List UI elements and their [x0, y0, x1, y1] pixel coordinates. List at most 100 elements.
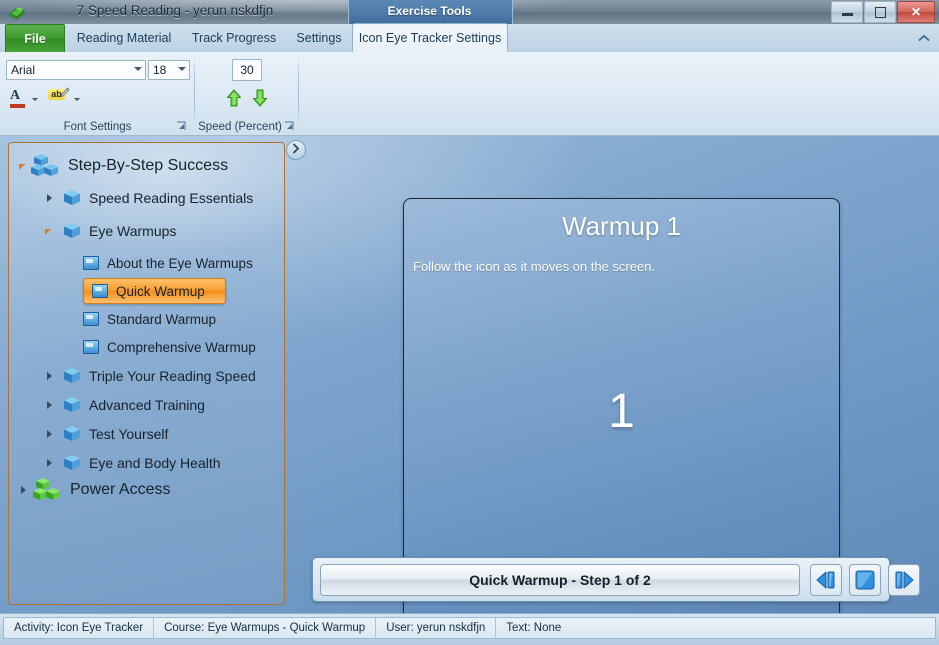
expand-toggle-icon[interactable] [17, 483, 31, 497]
minimize-button[interactable] [831, 1, 863, 23]
font-color-swatch [10, 104, 25, 108]
font-color-button[interactable]: A [10, 88, 28, 108]
work-area: Step-By-Step Success Speed Reading Essen… [0, 136, 939, 613]
tree-node-speed-reading-essentials[interactable]: Speed Reading Essentials [43, 185, 253, 211]
blue-cube-icon [61, 395, 83, 415]
close-button[interactable]: ✕ [897, 1, 935, 23]
title-bar: 7 Speed Reading - yerun nskdfjn Exercise… [0, 0, 939, 24]
group-separator [298, 56, 299, 126]
group-separator [194, 56, 195, 126]
tree-node-label: Comprehensive Warmup [107, 339, 256, 355]
speed-increase-button[interactable] [226, 88, 242, 110]
tree-node-step-by-step-success[interactable]: Step-By-Step Success [17, 153, 228, 179]
page-icon [83, 256, 99, 270]
expand-toggle-icon[interactable] [43, 427, 57, 441]
tree-node-comprehensive-warmup[interactable]: Comprehensive Warmup [83, 334, 256, 360]
status-user: User: yerun nskdfjn [376, 618, 497, 638]
tree-node-label: Test Yourself [89, 426, 169, 442]
tree-node-standard-warmup[interactable]: Standard Warmup [83, 306, 216, 332]
sidebar-expander-button[interactable] [286, 140, 306, 160]
expand-toggle-icon[interactable] [43, 191, 57, 205]
chevron-down-icon [134, 67, 142, 71]
tree-node-label: Speed Reading Essentials [89, 190, 254, 206]
speed-decrease-button[interactable] [252, 88, 268, 110]
expand-toggle-icon[interactable] [43, 456, 57, 470]
stop-button[interactable] [849, 564, 881, 596]
playback-control-bar: Quick Warmup - Step 1 of 2 [312, 557, 920, 602]
ribbon-group-label-font-settings: Font Settings [63, 121, 132, 133]
expand-toggle-icon[interactable] [43, 398, 57, 412]
exercise-tracker-token: 1 [608, 385, 635, 438]
chevron-right-icon [292, 143, 300, 157]
blue-cube-icon [61, 424, 83, 444]
tree-node-about-the-eye-warmups[interactable]: About the Eye Warmups [83, 250, 253, 276]
text-highlight-button[interactable]: ab [48, 87, 70, 106]
tree-node-label: Power Access [70, 481, 171, 498]
font-settings-dialog-launcher[interactable] [176, 121, 187, 132]
window-title: 7 Speed Reading - yerun nskdfjn [76, 3, 274, 18]
tree-node-advanced-training[interactable]: Advanced Training [43, 392, 205, 418]
tree-node-label: Eye and Body Health [89, 455, 221, 471]
status-activity: Activity: Icon Eye Tracker [4, 618, 155, 638]
chevron-down-icon [178, 67, 186, 71]
exercise-instruction: Follow the icon as it moves on the scree… [413, 259, 656, 274]
close-icon: ✕ [910, 5, 922, 19]
tab-reading-material[interactable]: Reading Material [68, 24, 180, 51]
speed-value-input[interactable]: 30 [232, 59, 262, 81]
minimize-icon [832, 2, 862, 22]
chevron-up-icon[interactable] [915, 29, 933, 47]
restore-button[interactable] [864, 1, 896, 23]
page-icon [92, 284, 108, 298]
course-tree: Step-By-Step Success Speed Reading Essen… [8, 142, 285, 605]
next-button[interactable] [888, 564, 920, 596]
tree-node-label: Eye Warmups [89, 223, 177, 239]
font-family-value: Arial [11, 63, 36, 77]
speed-dialog-launcher[interactable] [284, 121, 295, 132]
application-window: 7 Speed Reading - yerun nskdfjn Exercise… [0, 0, 939, 645]
contextual-tab-group-label: Exercise Tools [387, 4, 472, 18]
tree-node-label: Triple Your Reading Speed [89, 368, 256, 384]
blue-cube-icon [61, 221, 83, 241]
tree-node-label: About the Eye Warmups [107, 255, 253, 271]
tree-node-eye-and-body-health[interactable]: Eye and Body Health [43, 450, 221, 476]
ribbon: Arial 18 A ab Font Settings 30 Speed (Pe… [0, 52, 939, 136]
font-color-dropdown-icon[interactable] [32, 98, 38, 101]
expand-toggle-icon[interactable] [43, 369, 57, 383]
ribbon-group-font-settings: Arial 18 A ab Font Settings [0, 52, 195, 136]
font-size-combo[interactable]: 18 [148, 60, 190, 80]
tree-node-eye-warmups[interactable]: Eye Warmups [43, 218, 176, 244]
restore-icon [865, 2, 895, 22]
tree-node-label: Advanced Training [89, 397, 205, 413]
page-icon [83, 340, 99, 354]
tree-node-quick-warmup[interactable]: Quick Warmup [83, 278, 226, 304]
ribbon-group-label-speed-percent: Speed (Percent) [198, 121, 282, 133]
ribbon-tab-strip: File Reading Material Track Progress Set… [0, 23, 939, 53]
tab-file[interactable]: File [5, 24, 65, 52]
expand-toggle-icon[interactable] [43, 224, 57, 238]
pen-icon [59, 87, 70, 100]
blue-cubes-icon [31, 153, 61, 179]
tree-node-power-access[interactable]: Power Access [17, 477, 170, 503]
font-size-value: 18 [153, 63, 167, 77]
blue-cube-icon [61, 366, 83, 386]
status-bar-inner: Activity: Icon Eye Tracker Course: Eye W… [3, 617, 936, 639]
tab-track-progress[interactable]: Track Progress [182, 24, 286, 51]
ribbon-group-speed-percent: 30 Speed (Percent) [196, 52, 299, 136]
exercise-title: Warmup 1 [562, 211, 681, 241]
step-status-button[interactable]: Quick Warmup - Step 1 of 2 [320, 564, 800, 596]
text-highlight-dropdown-icon[interactable] [74, 98, 80, 101]
expand-toggle-icon[interactable] [17, 159, 31, 173]
tree-node-triple-your-reading-speed[interactable]: Triple Your Reading Speed [43, 363, 256, 389]
window-controls: ✕ [831, 1, 935, 23]
font-family-combo[interactable]: Arial [6, 60, 146, 80]
previous-button[interactable] [810, 564, 842, 596]
tab-icon-eye-tracker-settings[interactable]: Icon Eye Tracker Settings [352, 23, 508, 52]
tab-settings[interactable]: Settings [288, 24, 350, 51]
blue-cube-icon [61, 453, 83, 473]
font-color-icon: A [10, 88, 21, 103]
blue-cube-icon [61, 188, 83, 208]
tree-node-label: Quick Warmup [116, 283, 205, 299]
tree-node-label: Standard Warmup [107, 311, 217, 327]
speed-value: 30 [240, 63, 254, 77]
tree-node-test-yourself[interactable]: Test Yourself [43, 421, 168, 447]
